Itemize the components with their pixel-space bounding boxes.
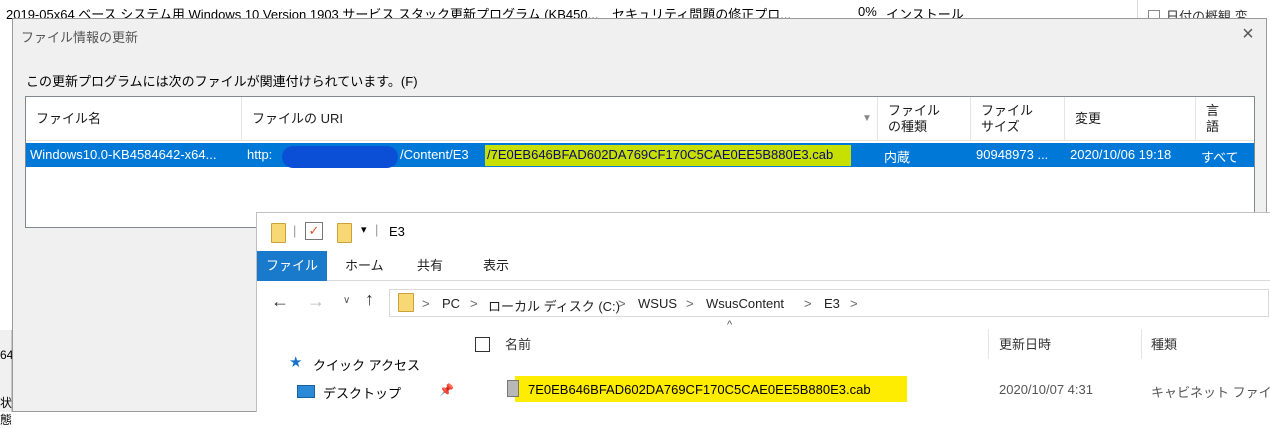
breadcrumb-e3[interactable]: E3	[824, 296, 840, 311]
tab-file[interactable]: ファイル	[257, 251, 327, 281]
nav-quick-access[interactable]: クイック アクセス	[313, 355, 420, 374]
recent-locations-chevron-icon[interactable]: ∨	[343, 295, 350, 306]
breadcrumb-wsus[interactable]: WSUS	[638, 296, 677, 311]
breadcrumb-wsuscontent[interactable]: WsusContent	[706, 296, 784, 311]
background-update-progress: 0%	[858, 4, 877, 19]
row-filesize: 90948973 ...	[976, 147, 1049, 162]
up-arrow-icon[interactable]: ↑	[365, 289, 374, 310]
file-type: キャビネット ファイル	[1151, 385, 1270, 400]
column-name[interactable]: 名前	[505, 331, 531, 359]
ribbon-tabs: ファイル ホーム 共有 表示	[257, 251, 1270, 281]
forward-arrow-icon[interactable]: →	[307, 291, 325, 312]
background-left-strip: 64 状態	[0, 330, 13, 427]
column-header-filename[interactable]: ファイル名	[26, 97, 242, 141]
tab-home[interactable]: ホーム	[345, 251, 384, 281]
select-all-checkbox[interactable]	[475, 337, 490, 352]
row-uri-highlighted-filename: /7E0EB646BFAD602DA769CF170C5CAE0EE5B880E…	[487, 147, 834, 162]
navigation-pane: ★ クイック アクセス デスクトップ 📌	[257, 325, 461, 413]
file-list[interactable]: ファイル名 ファイルの URI ▼ ファイル の種類 ファイル サイズ 変更 言…	[25, 96, 1255, 228]
folder-icon	[271, 223, 286, 243]
row-uri-prefix: http:	[247, 147, 273, 162]
window-title: E3	[389, 224, 405, 239]
column-header-filesize[interactable]: ファイル サイズ	[971, 97, 1065, 141]
desktop-icon	[297, 385, 315, 398]
file-date: 2020/10/07 4:31	[999, 382, 1093, 397]
dialog-files-label: この更新プログラムには次のファイルが関連付けられています。(F)	[26, 74, 418, 89]
folder-icon	[398, 293, 414, 312]
tab-view[interactable]: 表示	[483, 251, 509, 281]
sort-chevron-icon: ▼	[862, 113, 872, 124]
quick-access-toolbar: | ✓ ▾ | E3	[257, 213, 1270, 251]
row-filename: Windows10.0-KB4584642-x64...	[30, 147, 217, 162]
new-folder-icon[interactable]	[337, 223, 352, 243]
sort-up-icon: ^	[727, 319, 733, 331]
uri-highlight: /7E0EB646BFAD602DA769CF170C5CAE0EE5B880E…	[485, 145, 851, 166]
row-language: すべて	[1201, 150, 1239, 165]
properties-checkmark-icon[interactable]: ✓	[305, 222, 323, 240]
breadcrumb-pc[interactable]: PC	[442, 296, 460, 311]
row-uri-mid: /Content/E3	[400, 147, 469, 162]
row-modified: 2020/10/06 19:18	[1070, 147, 1172, 162]
cabinet-file-icon	[507, 380, 519, 397]
column-header-language[interactable]: 言 語	[1196, 97, 1254, 141]
column-header-modified[interactable]: 変更	[1065, 97, 1196, 141]
row-filetype: 内蔵	[884, 150, 911, 165]
column-type[interactable]: 種類	[1151, 331, 1177, 359]
tab-share[interactable]: 共有	[417, 251, 443, 281]
column-header-filetype[interactable]: ファイル の種類	[878, 97, 971, 141]
back-arrow-icon[interactable]: ←	[271, 291, 289, 312]
nav-desktop[interactable]: デスクトップ	[323, 383, 401, 402]
file-list-header: ファイル名 ファイルの URI ▼ ファイル の種類 ファイル サイズ 変更 言…	[26, 97, 1254, 141]
star-icon: ★	[289, 354, 303, 371]
column-date[interactable]: 更新日時	[999, 331, 1051, 359]
file-explorer-window: | ✓ ▾ | E3 ファイル ホーム 共有 表示 ← → ∨ ↑ > PC >…	[256, 212, 1270, 413]
dialog-title: ファイル情報の更新	[21, 30, 139, 45]
navigation-bar: ← → ∨ ↑ > PC > ローカル ディスク (C:) > WSUS > W…	[257, 281, 1270, 325]
file-name[interactable]: 7E0EB646BFAD602DA769CF170C5CAE0EE5B880E3…	[528, 382, 871, 397]
customize-toolbar-icon[interactable]: ▾	[361, 223, 367, 236]
left-strip-text-2: 状態	[0, 396, 13, 427]
breadcrumb-local-disk[interactable]: ローカル ディスク (C:)	[488, 296, 620, 315]
file-list-content: ^ 名前 更新日時 種類 7E0EB646BFAD602DA769CF170C5…	[461, 319, 1270, 413]
close-icon[interactable]: ×	[1237, 23, 1259, 45]
pin-icon[interactable]: 📌	[439, 383, 454, 397]
address-bar[interactable]: > PC > ローカル ディスク (C:) > WSUS > WsusConte…	[389, 289, 1269, 317]
column-header-uri[interactable]: ファイルの URI	[242, 97, 878, 141]
redaction-mark	[282, 146, 398, 168]
